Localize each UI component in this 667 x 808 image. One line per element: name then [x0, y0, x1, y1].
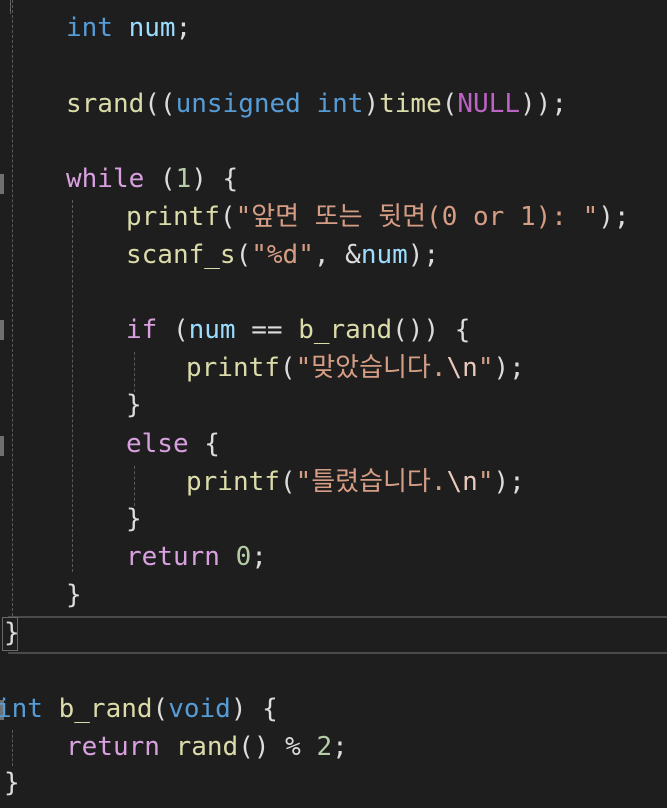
- token-keyword: return: [126, 542, 220, 572]
- token-brace: }: [4, 618, 20, 648]
- token-function: printf: [186, 353, 280, 383]
- token-punct: ;: [332, 732, 348, 762]
- token-number: 1: [175, 164, 192, 194]
- code-line[interactable]: }: [0, 386, 667, 424]
- token-punct: );: [493, 353, 525, 383]
- token-escape: \n: [446, 467, 478, 497]
- token-punct: );: [598, 202, 630, 232]
- code-line[interactable]: }: [0, 764, 667, 802]
- token-brace: }: [66, 580, 82, 610]
- token-keyword: else: [126, 429, 189, 459]
- token-punct: (: [235, 240, 252, 270]
- code-editor[interactable]: int num; srand((unsigned int)time(NULL))…: [0, 0, 667, 808]
- token-keyword: int: [316, 89, 364, 119]
- token-number: 0: [235, 542, 252, 572]
- token-keyword: void: [168, 694, 231, 724]
- token-macro: NULL: [457, 89, 521, 119]
- code-line[interactable]: while (1) {: [0, 160, 667, 198]
- token-string: ": [477, 353, 494, 383]
- token-function: b_rand: [58, 694, 153, 724]
- code-line[interactable]: if (num == b_rand()) {: [0, 311, 667, 349]
- token-function: scanf_s: [126, 240, 236, 270]
- code-line[interactable]: else {: [0, 425, 667, 463]
- code-line[interactable]: printf("앞면 또는 뒷면(0 or 1): ");: [0, 198, 667, 236]
- token-punct: ;: [175, 13, 192, 43]
- token-brace: }: [4, 768, 20, 798]
- token-keyword: int: [0, 694, 43, 724]
- token-brace: }: [126, 504, 142, 534]
- token-keyword: return: [66, 732, 160, 762]
- token-punct: (: [157, 315, 189, 345]
- code-line[interactable]: int b_rand(void) {: [0, 690, 667, 728]
- token-punct: () %: [238, 732, 317, 762]
- token-punct: );: [407, 240, 440, 270]
- token-string: "앞면 또는 뒷면(0 or 1): ": [235, 202, 599, 232]
- token-variable: num: [188, 315, 236, 345]
- token-brace: }: [126, 390, 142, 420]
- token-variable: num: [360, 240, 408, 270]
- token-function: printf: [126, 202, 220, 232]
- token-punct: ) {: [230, 694, 278, 724]
- code-line[interactable]: return rand() % 2;: [0, 728, 667, 766]
- token-punct: ): [363, 89, 380, 119]
- token-function: rand: [175, 732, 239, 762]
- token-function: b_rand: [298, 315, 393, 345]
- token-string: "맞았습니다.: [295, 353, 447, 383]
- token-punct: ));: [520, 89, 567, 119]
- token-punct: (: [441, 89, 458, 119]
- token-punct: {: [188, 429, 220, 459]
- token-punct: (: [279, 353, 296, 383]
- token-function: printf: [186, 467, 280, 497]
- token-punct: ((: [144, 89, 176, 119]
- token-function: srand: [66, 89, 145, 119]
- code-line[interactable]: printf("틀렸습니다.\n");: [0, 463, 667, 501]
- token-string: ": [477, 467, 494, 497]
- token-punct: (: [279, 467, 296, 497]
- code-line[interactable]: int num;: [0, 9, 667, 47]
- token-punct: );: [493, 467, 525, 497]
- token-punct: ==: [235, 315, 299, 345]
- token-variable: num: [128, 13, 176, 43]
- token-keyword: if: [126, 315, 158, 345]
- code-line[interactable]: srand((unsigned int)time(NULL));: [0, 85, 667, 123]
- token-punct: (: [219, 202, 236, 232]
- token-keyword: unsigned: [175, 89, 301, 119]
- code-line[interactable]: printf("맞았습니다.\n");: [0, 349, 667, 387]
- token-punct: (: [152, 694, 169, 724]
- code-line[interactable]: }: [0, 614, 667, 652]
- token-punct: ) {: [191, 164, 239, 194]
- token-punct: ;: [251, 542, 267, 572]
- code-line[interactable]: return 0;: [0, 538, 667, 576]
- function-separator: [8, 652, 667, 654]
- code-line[interactable]: scanf_s("%d", &num);: [0, 236, 667, 274]
- token-punct: , &: [313, 240, 361, 270]
- token-keyword: int: [66, 13, 113, 43]
- code-line[interactable]: }: [0, 576, 667, 614]
- token-punct: ()) {: [392, 315, 471, 345]
- code-line[interactable]: }: [0, 500, 667, 538]
- token-string: "%d": [251, 240, 314, 270]
- token-string: "틀렸습니다.: [295, 467, 447, 497]
- token-number: 2: [316, 732, 333, 762]
- token-escape: \n: [446, 353, 478, 383]
- token-function: time: [379, 89, 442, 119]
- token-keyword: while: [66, 164, 145, 194]
- token-punct: (: [144, 164, 176, 194]
